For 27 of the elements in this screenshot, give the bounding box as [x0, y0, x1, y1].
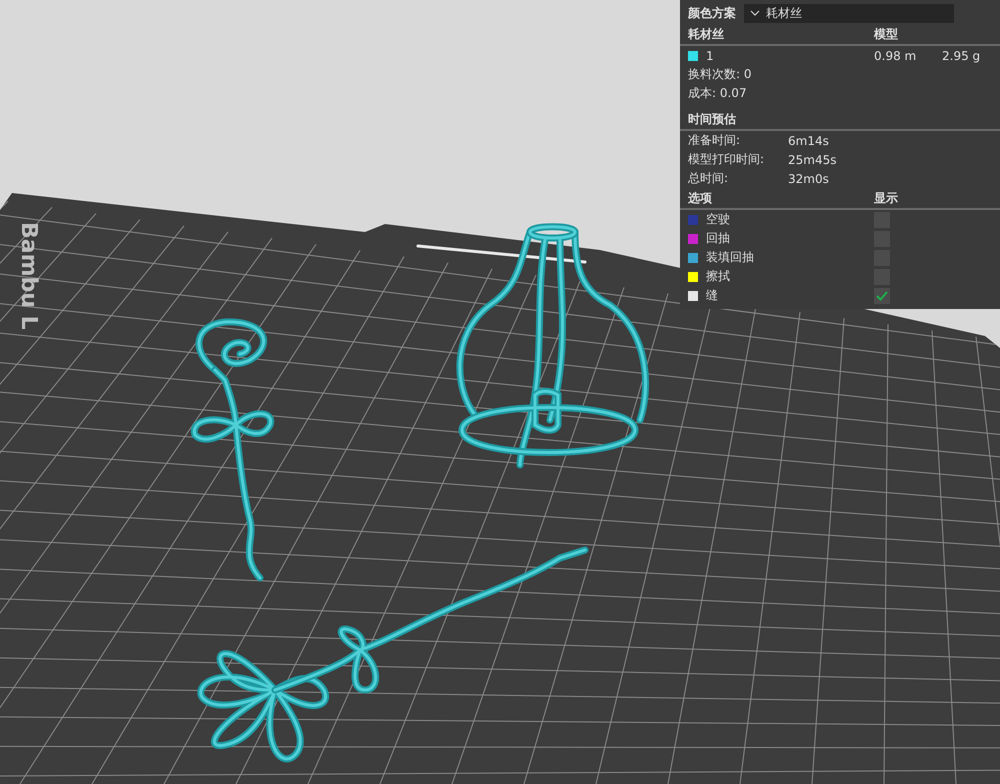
time-label: 模型打印时间: [688, 151, 766, 168]
time-value: 32m0s [788, 172, 829, 186]
time-value: 25m45s [788, 152, 836, 166]
option-label: 擦拭 [706, 268, 730, 285]
column-header: 耗材丝 [688, 26, 725, 42]
color-scheme-label: 颜色方案 [688, 4, 736, 22]
section-title: 时间预估 [688, 110, 736, 128]
filament-changes: 换料次数: 0 [688, 66, 752, 83]
column-header: 模型 [874, 26, 898, 42]
color-scheme-dropdown[interactable]: 耗材丝 [744, 4, 954, 22]
time-label: 准备时间: [688, 132, 742, 149]
column-header: 显示 [874, 190, 898, 206]
filament-length: 0.98 m [874, 48, 918, 62]
filament-weight: 2.95 g [942, 48, 980, 62]
show-checkbox[interactable] [874, 212, 890, 228]
column-header: 选项 [688, 190, 713, 206]
option-label: 装填回抽 [706, 249, 754, 266]
option-label: 缝 [706, 287, 718, 304]
bed-logo: Bambu L [16, 222, 41, 330]
time-label: 总时间: [688, 170, 730, 187]
time-value: 6m14s [788, 134, 829, 148]
filament-name: 1 [706, 48, 714, 62]
option-label: 空驶 [706, 211, 730, 228]
cost-text: 成本: 0.07 [688, 85, 747, 102]
chevron-icon [750, 10, 760, 16]
option-label: 回抽 [706, 230, 730, 247]
show-checkbox[interactable] [874, 288, 890, 304]
